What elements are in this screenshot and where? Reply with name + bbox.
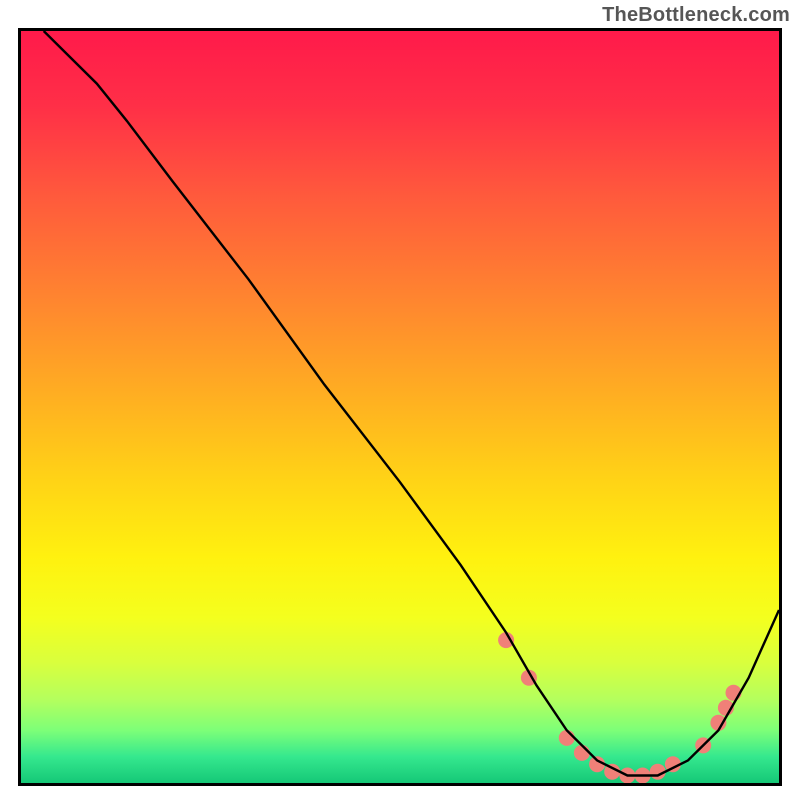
plot-area — [18, 28, 782, 786]
highlight-dot — [559, 730, 575, 746]
bottleneck-curve — [44, 31, 779, 776]
curve-layer — [21, 31, 779, 783]
chart-container: TheBottleneck.com — [0, 0, 800, 800]
highlight-dots — [498, 632, 741, 783]
attribution-text: TheBottleneck.com — [602, 4, 790, 27]
highlight-dot — [574, 745, 590, 761]
